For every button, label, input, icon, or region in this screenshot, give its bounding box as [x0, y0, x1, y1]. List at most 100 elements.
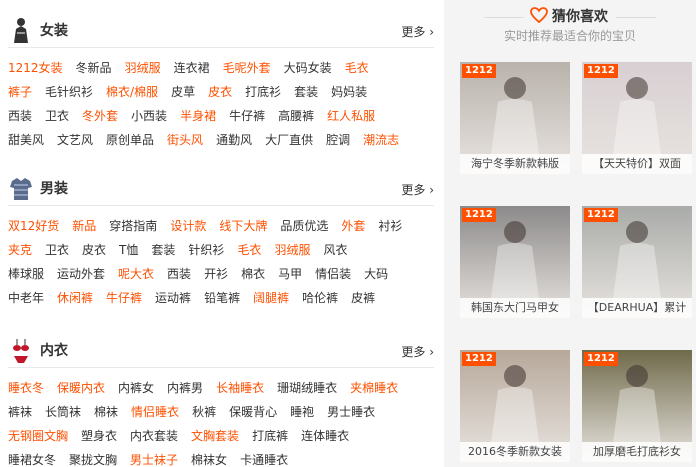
- category-link[interactable]: 棉袜: [94, 400, 118, 424]
- category-link[interactable]: 风衣: [323, 238, 347, 262]
- category-link[interactable]: 情侣睡衣: [131, 400, 179, 424]
- category-link[interactable]: 套装: [294, 80, 318, 104]
- category-link[interactable]: 铅笔裤: [204, 286, 240, 310]
- more-link[interactable]: 更多 ›: [401, 343, 434, 360]
- category-link[interactable]: 毛衣: [237, 238, 261, 262]
- category-link[interactable]: 1212女装: [8, 56, 63, 80]
- category-link[interactable]: 外套: [341, 214, 365, 238]
- category-link[interactable]: 棒球服: [8, 262, 44, 286]
- category-link[interactable]: 卫衣: [45, 104, 69, 128]
- category-link[interactable]: 睡衣冬: [8, 376, 44, 400]
- category-link[interactable]: 街头风: [167, 128, 203, 152]
- category-link[interactable]: 潮流志: [363, 128, 399, 152]
- category-link[interactable]: 内衣套装: [130, 424, 178, 448]
- category-link[interactable]: 原创单品: [106, 128, 154, 152]
- category-link[interactable]: 运动外套: [57, 262, 105, 286]
- category-link[interactable]: 打底裤: [252, 424, 288, 448]
- recommended-product-card[interactable]: 1212 2016冬季新款女装: [460, 350, 570, 462]
- category-link[interactable]: 秋裤: [192, 400, 216, 424]
- category-link[interactable]: 休闲裤: [57, 286, 93, 310]
- category-link[interactable]: 套装: [151, 238, 175, 262]
- category-link[interactable]: 裤子: [8, 80, 32, 104]
- category-link[interactable]: 设计款: [170, 214, 206, 238]
- category-link[interactable]: 聚拢文胸: [69, 448, 117, 467]
- category-link[interactable]: T恤: [119, 238, 138, 262]
- category-link[interactable]: 呢大衣: [118, 262, 154, 286]
- category-link[interactable]: 皮裤: [351, 286, 375, 310]
- category-link[interactable]: 羽绒服: [274, 238, 310, 262]
- category-link[interactable]: 哈伦裤: [302, 286, 338, 310]
- category-link[interactable]: 红人私服: [327, 104, 375, 128]
- category-link[interactable]: 冬新品: [76, 56, 112, 80]
- category-link[interactable]: 棉衣: [241, 262, 265, 286]
- recommended-product-card[interactable]: 1212 【DEARHUA】累计: [582, 206, 692, 318]
- category-link[interactable]: 双12好货: [8, 214, 59, 238]
- category-link[interactable]: 大码: [364, 262, 388, 286]
- category-link[interactable]: 棉袜女: [191, 448, 227, 467]
- category-link[interactable]: 卫衣: [45, 238, 69, 262]
- category-link[interactable]: 皮草: [171, 80, 195, 104]
- category-link[interactable]: 小西装: [131, 104, 167, 128]
- category-link[interactable]: 牛仔裤: [106, 286, 142, 310]
- category-link[interactable]: 夹棉睡衣: [350, 376, 398, 400]
- category-link[interactable]: 男士袜子: [130, 448, 178, 467]
- category-link[interactable]: 新品: [72, 214, 96, 238]
- category-link[interactable]: 棉衣/棉服: [106, 80, 158, 104]
- category-link[interactable]: 腔调: [326, 128, 350, 152]
- category-link[interactable]: 中老年: [8, 286, 44, 310]
- category-link[interactable]: 高腰裤: [278, 104, 314, 128]
- category-link[interactable]: 保暖内衣: [57, 376, 105, 400]
- category-link[interactable]: 针织衫: [188, 238, 224, 262]
- category-link[interactable]: 塑身衣: [81, 424, 117, 448]
- category-link[interactable]: 睡裙女冬: [8, 448, 56, 467]
- category-link[interactable]: 运动裤: [155, 286, 191, 310]
- category-link[interactable]: 内裤女: [118, 376, 154, 400]
- category-link[interactable]: 线下大牌: [219, 214, 267, 238]
- category-link[interactable]: 阔腿裤: [253, 286, 289, 310]
- category-link[interactable]: 西装: [167, 262, 191, 286]
- recommended-product-card[interactable]: 1212 【天天特价】双面: [582, 62, 692, 174]
- category-link[interactable]: 长筒袜: [45, 400, 81, 424]
- category-link[interactable]: 夹克: [8, 238, 32, 262]
- category-link[interactable]: 通勤风: [216, 128, 252, 152]
- category-link[interactable]: 无钢圈文胸: [8, 424, 68, 448]
- category-link[interactable]: 穿搭指南: [109, 214, 157, 238]
- category-link[interactable]: 皮衣: [208, 80, 232, 104]
- category-link[interactable]: 开衫: [204, 262, 228, 286]
- category-link[interactable]: 情侣装: [315, 262, 351, 286]
- category-link[interactable]: 文艺风: [57, 128, 93, 152]
- category-link[interactable]: 内裤男: [167, 376, 203, 400]
- category-link[interactable]: 牛仔裤: [229, 104, 265, 128]
- category-link[interactable]: 大码女装: [284, 56, 332, 80]
- category-link[interactable]: 连体睡衣: [301, 424, 349, 448]
- category-link[interactable]: 皮衣: [82, 238, 106, 262]
- category-link[interactable]: 卡通睡衣: [240, 448, 288, 467]
- recommended-product-card[interactable]: 1212 加厚磨毛打底衫女: [582, 350, 692, 462]
- category-link[interactable]: 文胸套装: [191, 424, 239, 448]
- category-link[interactable]: 冬外套: [82, 104, 118, 128]
- more-link[interactable]: 更多 ›: [401, 181, 434, 198]
- category-link[interactable]: 大厂直供: [265, 128, 313, 152]
- category-link[interactable]: 西装: [8, 104, 32, 128]
- recommended-product-card[interactable]: 1212 韩国东大门马甲女: [460, 206, 570, 318]
- category-link[interactable]: 男士睡衣: [327, 400, 375, 424]
- category-link[interactable]: 长袖睡衣: [216, 376, 264, 400]
- category-link[interactable]: 毛衣: [345, 56, 369, 80]
- category-link[interactable]: 珊瑚绒睡衣: [277, 376, 337, 400]
- category-link[interactable]: 连衣裙: [174, 56, 210, 80]
- category-link[interactable]: 保暖背心: [229, 400, 277, 424]
- category-link[interactable]: 马甲: [278, 262, 302, 286]
- category-link[interactable]: 打底衫: [245, 80, 281, 104]
- category-link[interactable]: 衬衫: [378, 214, 402, 238]
- recommended-product-card[interactable]: 1212 海宁冬季新款韩版: [460, 62, 570, 174]
- category-link[interactable]: 毛呢外套: [223, 56, 271, 80]
- category-link[interactable]: 妈妈装: [331, 80, 367, 104]
- category-link[interactable]: 毛针织衫: [45, 80, 93, 104]
- category-link[interactable]: 睡袍: [290, 400, 314, 424]
- more-link[interactable]: 更多 ›: [401, 23, 434, 40]
- category-link[interactable]: 半身裙: [180, 104, 216, 128]
- category-link[interactable]: 甜美风: [8, 128, 44, 152]
- category-link[interactable]: 羽绒服: [125, 56, 161, 80]
- category-link[interactable]: 品质优选: [280, 214, 328, 238]
- category-link[interactable]: 裤袜: [8, 400, 32, 424]
